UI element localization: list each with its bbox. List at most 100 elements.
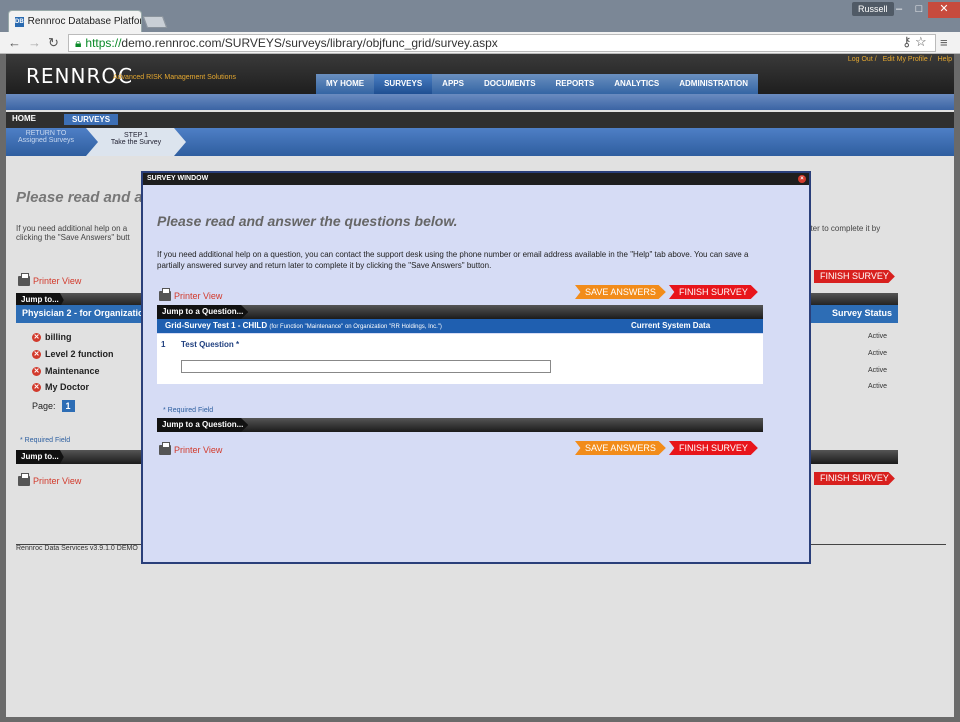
incomplete-icon: ✕ xyxy=(32,366,41,376)
printer-icon xyxy=(18,273,30,286)
printer-view-label: Printer View xyxy=(33,476,82,486)
browser-titlebar: DB Rennroc Database Platfor ✕ Russell – … xyxy=(0,0,960,32)
section-subtitle: (for Function "Maintenance" on Organizat… xyxy=(269,324,442,330)
list-item[interactable]: ✕ Level 2 function xyxy=(32,349,114,359)
item-status: Active xyxy=(868,350,888,357)
step-line2: Take the Survey xyxy=(110,139,162,146)
nav-my-home[interactable]: MY HOME xyxy=(316,74,375,94)
breadcrumb: HOME SURVEYS xyxy=(6,112,954,128)
item-label: Level 2 function xyxy=(45,349,114,359)
page-label: Page: xyxy=(32,401,56,411)
reload-icon[interactable]: ↻ xyxy=(48,35,59,51)
url-text: demo.rennroc.com/SURVEYS/surveys/library… xyxy=(121,36,498,50)
survey-window-titlebar: SURVEY WINDOW × xyxy=(143,173,809,185)
minimize-icon[interactable]: – xyxy=(888,2,910,18)
item-label: billing xyxy=(45,332,72,342)
survey-status-header: Survey Status xyxy=(831,308,892,318)
section-title: Grid-Survey Test 1 - CHILD xyxy=(165,321,268,330)
finish-survey-button-bottom[interactable]: FINISH SURVEY xyxy=(669,441,758,455)
page-title: Please read and an xyxy=(16,189,152,206)
item-status: Active xyxy=(868,383,888,390)
pager: Page: 1 xyxy=(32,400,75,412)
return-line2: Assigned Surveys xyxy=(17,137,75,144)
section-title: Physician 2 - for Organizatio xyxy=(22,308,144,318)
footer-version: Rennroc Data Services v3.9.1.0 DEMO xyxy=(16,545,138,552)
address-row: ← → ↻ 🔒︎ https://demo.rennroc.com/SURVEYS… xyxy=(0,32,960,54)
help-right-text: ater to complete it by xyxy=(806,224,881,233)
incomplete-icon: ✕ xyxy=(32,382,41,392)
finish-survey-button[interactable]: FINISH SURVEY xyxy=(669,285,758,299)
back-icon[interactable]: ← xyxy=(8,35,21,50)
survey-help-text: If you need additional help on a questio… xyxy=(157,250,749,270)
logo-tagline: Advanced RISK Management Solutions xyxy=(113,74,236,81)
tab-title: Rennroc Database Platfor xyxy=(27,16,142,27)
close-window-icon[interactable]: ✕ xyxy=(928,2,960,18)
printer-view-label: Printer View xyxy=(174,291,223,301)
survey-title: Please read and answer the questions bel… xyxy=(157,213,458,229)
current-step: STEP 1 Take the Survey xyxy=(86,128,186,156)
finish-survey-button[interactable]: FINISH SURVEY xyxy=(814,270,895,283)
list-item[interactable]: ✕ Maintenance xyxy=(32,366,100,376)
list-item[interactable]: ✕ billing xyxy=(32,332,72,342)
step-line1: STEP 1 xyxy=(124,132,148,139)
jump-to-question-label: Jump to a Question... xyxy=(157,418,249,432)
url-bar[interactable]: 🔒︎ https://demo.rennroc.com/SURVEYS/surve… xyxy=(68,34,936,52)
printer-view-label: Printer View xyxy=(33,276,82,286)
breadcrumb-surveys[interactable]: SURVEYS xyxy=(64,114,119,125)
main-nav: MY HOME SURVEYS APPS DOCUMENTS REPORTS A… xyxy=(316,74,758,94)
list-item[interactable]: ✕ My Doctor xyxy=(32,382,89,392)
printer-view-link-bottom[interactable]: Printer View xyxy=(18,473,82,486)
step-bar: RETURN TO Assigned Surveys STEP 1 Take t… xyxy=(6,128,954,156)
required-field-note: * Required Field xyxy=(163,407,214,414)
test-question-input[interactable] xyxy=(181,360,551,373)
survey-window: SURVEY WINDOW × Please read and answer t… xyxy=(141,171,811,564)
nav-reports[interactable]: REPORTS xyxy=(545,74,605,94)
forward-icon[interactable]: → xyxy=(28,35,41,50)
nav-apps[interactable]: APPS xyxy=(432,74,474,94)
return-line1: RETURN TO xyxy=(25,130,67,137)
printer-icon xyxy=(18,473,30,486)
printer-view-link[interactable]: Printer View xyxy=(18,273,82,286)
help-link[interactable]: Help xyxy=(938,56,952,63)
nav-documents[interactable]: DOCUMENTS xyxy=(473,74,546,94)
item-status: Active xyxy=(868,333,888,340)
nav-surveys[interactable]: SURVEYS xyxy=(374,74,433,94)
nav-administration[interactable]: ADMINISTRATION xyxy=(669,74,758,94)
item-status: Active xyxy=(868,367,888,374)
printer-view-link-bottom[interactable]: Printer View xyxy=(159,442,222,455)
question-section-header: Grid-Survey Test 1 - CHILD (for Function… xyxy=(157,319,763,333)
close-icon[interactable]: × xyxy=(798,175,806,183)
nav-analytics[interactable]: ANALYTICS xyxy=(604,74,670,94)
required-field-note: * Required Field xyxy=(20,437,71,444)
bookmark-star-icon[interactable]: ☆ xyxy=(915,34,927,50)
menu-icon[interactable]: ≡ xyxy=(940,35,948,50)
page-number-button[interactable]: 1 xyxy=(61,400,75,412)
printer-icon xyxy=(159,288,171,301)
question-row: 1 Test Question * xyxy=(157,334,763,384)
app-header: RENNROC Advanced RISK Management Solutio… xyxy=(6,54,954,94)
incomplete-icon: ✕ xyxy=(32,332,41,342)
header-blue-strip xyxy=(6,94,954,110)
breadcrumb-home[interactable]: HOME xyxy=(12,114,36,123)
key-icon[interactable]: ⚷ xyxy=(902,34,912,50)
question-number: 1 xyxy=(161,340,166,349)
finish-survey-button-bottom[interactable]: FINISH SURVEY xyxy=(814,472,895,485)
question-label: Test Question * xyxy=(181,340,240,349)
jump-to-question-bar[interactable]: Jump to a Question... xyxy=(157,305,763,319)
browser-tab[interactable]: DB Rennroc Database Platfor ✕ xyxy=(8,10,142,32)
save-answers-button-bottom[interactable]: SAVE ANSWERS xyxy=(575,441,666,455)
jump-to-label: Jump to... xyxy=(16,450,64,464)
survey-window-title: SURVEY WINDOW xyxy=(147,175,209,182)
header-links: Log Out / Edit My Profile / Help xyxy=(847,56,952,63)
maximize-icon[interactable]: □ xyxy=(908,2,930,18)
printer-view-link[interactable]: Printer View xyxy=(159,288,223,301)
jump-to-question-bar-bottom[interactable]: Jump to a Question... xyxy=(157,418,763,432)
url-scheme: https:// xyxy=(85,36,122,50)
edit-profile-link[interactable]: Edit My Profile xyxy=(883,56,928,63)
logout-link[interactable]: Log Out xyxy=(848,56,873,63)
jump-to-question-label: Jump to a Question... xyxy=(157,305,249,319)
current-system-data-header: Current System Data xyxy=(631,321,711,330)
save-answers-button[interactable]: SAVE ANSWERS xyxy=(575,285,666,299)
new-tab-button[interactable] xyxy=(142,16,168,28)
return-to-assigned-button[interactable]: RETURN TO Assigned Surveys xyxy=(6,128,86,156)
